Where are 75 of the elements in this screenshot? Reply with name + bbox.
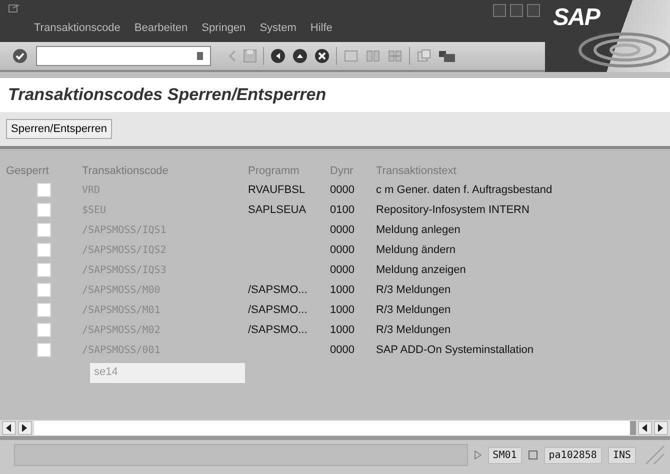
command-field[interactable]	[36, 46, 211, 66]
menu-item[interactable]: Bearbeiten	[134, 22, 188, 34]
table-cell-text: 0100	[330, 204, 356, 216]
checkbox[interactable]	[37, 203, 51, 217]
up-circle-icon[interactable]	[292, 48, 308, 64]
table-cell-text: SAPLSEUA	[248, 204, 308, 216]
triangle-icon[interactable]	[474, 450, 482, 460]
scroll-left-button[interactable]	[2, 421, 16, 435]
table-cell-text: R/3 Meldungen	[376, 284, 452, 296]
save-icon[interactable]	[243, 49, 257, 63]
cancel-circle-icon[interactable]	[314, 48, 330, 64]
table-cell-text: c m Gener. daten f. Auftragsbestand	[376, 184, 554, 196]
table-cell-text: SAP ADD-On Systeminstallation	[376, 344, 535, 356]
checkbox[interactable]	[37, 343, 51, 357]
column-header: Dynr	[330, 165, 354, 177]
table-cell-text: 0000	[330, 244, 356, 256]
close-button[interactable]	[527, 4, 540, 17]
maximize-button[interactable]	[510, 4, 523, 17]
find-next-icon[interactable]	[387, 48, 403, 64]
checkbox[interactable]	[37, 283, 51, 297]
column-header: Programm	[248, 165, 300, 177]
table-cell-text: /SAPSMO...	[248, 304, 308, 316]
table-cell-text: 1000	[330, 324, 356, 336]
column-header: Transaktionstext	[376, 165, 458, 177]
status-field: INS	[608, 446, 636, 464]
scroll-right-button[interactable]	[18, 421, 32, 435]
back-icon[interactable]	[227, 49, 237, 63]
table-cell-text: Meldung anlegen	[376, 224, 462, 236]
session-icon[interactable]	[528, 450, 538, 460]
table-cell-text: R/3 Meldungen	[376, 324, 452, 336]
table-cell-text: 1000	[330, 304, 356, 316]
table-cell-text: 0000	[330, 224, 356, 236]
table-cell-text: 1000	[330, 284, 356, 296]
minimize-button[interactable]	[493, 4, 506, 17]
table-cell-text: 0000	[330, 184, 356, 196]
scroll-right-button[interactable]	[654, 421, 668, 435]
table-cell-text: RVAUFBSL	[248, 184, 306, 196]
checkbox[interactable]	[37, 223, 51, 237]
new-session-icon[interactable]	[416, 48, 432, 64]
shortcut-icon[interactable]	[438, 48, 456, 64]
column-header: Transaktionscode	[82, 165, 170, 177]
table-cell-text: /SAPSMO...	[248, 324, 308, 336]
checkbox[interactable]	[37, 243, 51, 257]
screen-title: Transaktionscodes Sperren/Entsperren	[8, 85, 326, 105]
checkbox[interactable]	[37, 323, 51, 337]
lock-unlock-button[interactable]: Sperren/Entsperren	[6, 119, 112, 139]
menu-item[interactable]: Hilfe	[310, 22, 332, 34]
table-cell-text: /SAPSMO...	[248, 284, 308, 296]
dropdown-icon[interactable]	[196, 51, 204, 61]
table-cell-text: Repository-Infosystem INTERN	[376, 204, 530, 216]
enter-icon[interactable]	[12, 48, 28, 64]
print-icon[interactable]	[343, 48, 359, 64]
table-cell-text: Meldung ändern	[376, 244, 457, 256]
window-menu-icon[interactable]	[8, 4, 20, 14]
left-arrow-icon	[642, 424, 648, 432]
right-arrow-icon	[658, 424, 664, 432]
menu-item[interactable]: System	[260, 22, 296, 34]
table-cell-text: R/3 Meldungen	[376, 304, 452, 316]
scroll-left-button[interactable]	[638, 421, 652, 435]
back-circle-icon[interactable]	[270, 48, 286, 64]
scrollbar-thumb[interactable]	[630, 421, 636, 435]
checkbox[interactable]	[37, 263, 51, 277]
left-arrow-icon	[6, 424, 12, 432]
column-header: Gesperrt	[6, 165, 50, 177]
checkbox[interactable]	[37, 183, 51, 197]
menu-item[interactable]: Transaktionscode	[34, 22, 120, 34]
table-cell-text: Meldung anzeigen	[376, 264, 467, 276]
table-cell-text: 0000	[330, 264, 356, 276]
status-field: pa102858	[544, 446, 602, 464]
status-field: SM01	[488, 446, 522, 464]
menu-item[interactable]: Springen	[202, 22, 246, 34]
checkbox[interactable]	[37, 303, 51, 317]
find-icon[interactable]	[365, 48, 381, 64]
right-arrow-icon	[22, 424, 28, 432]
table-cell-text: 0000	[330, 344, 356, 356]
